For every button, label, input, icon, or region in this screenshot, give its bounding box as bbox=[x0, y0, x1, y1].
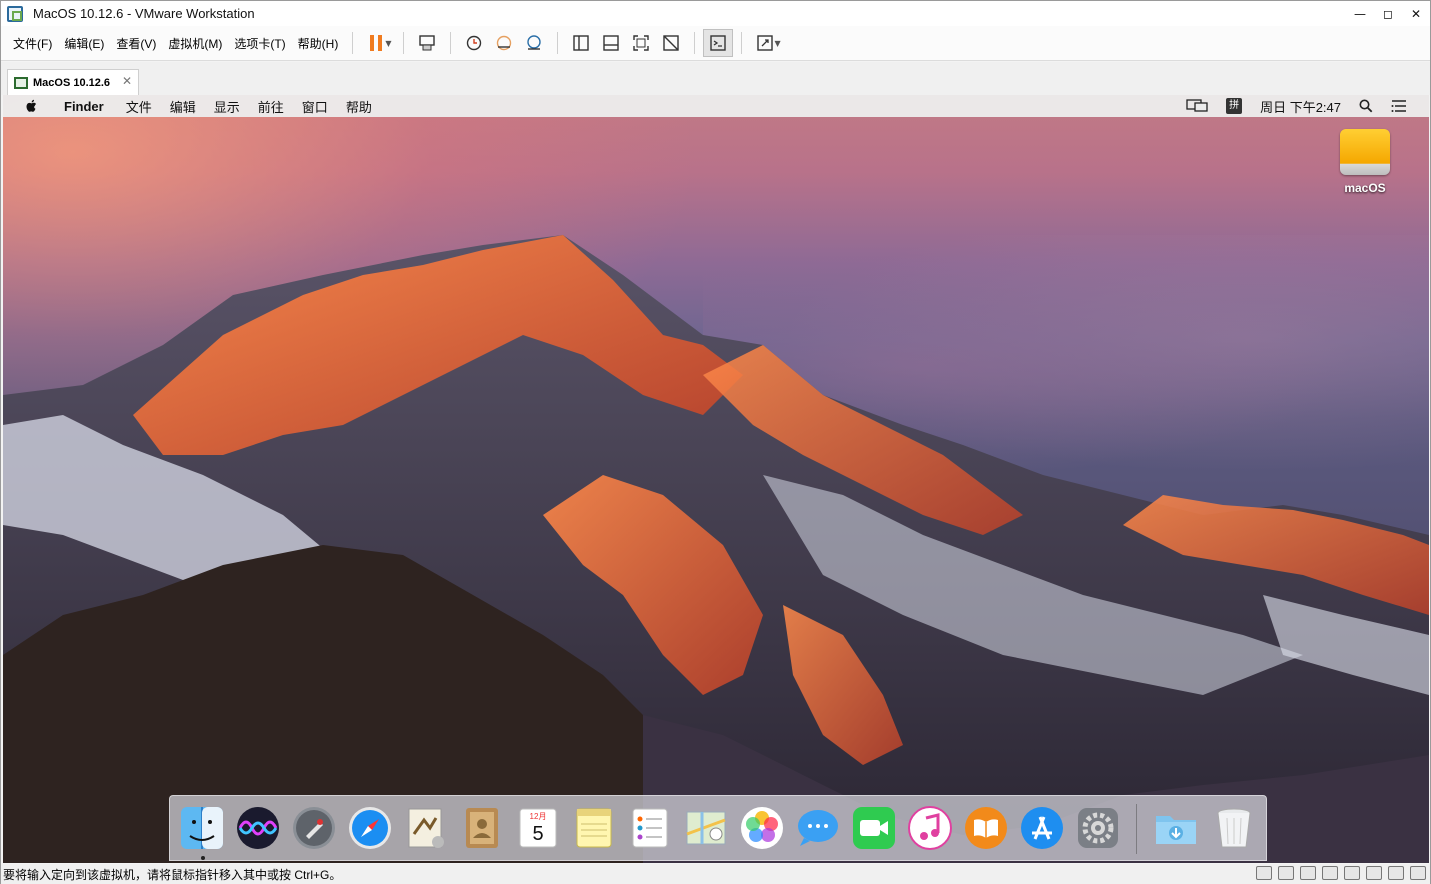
menu-view[interactable]: 查看(V) bbox=[110, 35, 162, 52]
calendar-day: 5 bbox=[532, 823, 543, 845]
sound-status-icon[interactable] bbox=[1344, 866, 1360, 880]
safari-icon[interactable] bbox=[346, 804, 394, 852]
mac-menu-edit[interactable]: 编辑 bbox=[161, 97, 205, 116]
device-status-icons bbox=[1250, 866, 1426, 880]
tab-label: MacOS 10.12.6 bbox=[33, 76, 111, 89]
mac-menu-view[interactable]: 显示 bbox=[205, 97, 249, 116]
window-title: MacOS 10.12.6 - VMware Workstation bbox=[33, 6, 255, 21]
mac-menu-go[interactable]: 前往 bbox=[249, 97, 293, 116]
toolbar: 文件(F) 编辑(E) 查看(V) 虚拟机(M) 选项卡(T) 帮助(H) ▼ bbox=[1, 26, 1430, 61]
snapshot-icon[interactable] bbox=[459, 29, 489, 57]
notification-center-icon[interactable] bbox=[1391, 100, 1407, 112]
guest-screen[interactable]: Finder 文件 编辑 显示 前往 窗口 帮助 拼 周日 下午2:47 mac… bbox=[3, 95, 1429, 863]
menu-help[interactable]: 帮助(H) bbox=[292, 35, 345, 52]
spotlight-search-icon[interactable] bbox=[1359, 99, 1373, 113]
finder-icon[interactable] bbox=[178, 804, 226, 852]
vmware-window: MacOS 10.12.6 - VMware Workstation — ◻ ✕… bbox=[0, 0, 1431, 884]
pause-icon[interactable] bbox=[361, 29, 391, 57]
cd-rom-status-icon[interactable] bbox=[1278, 866, 1294, 880]
siri-icon[interactable] bbox=[234, 804, 282, 852]
tab-strip: MacOS 10.12.6 ✕ bbox=[1, 62, 1430, 95]
status-message: 要将输入定向到该虚拟机，请将鼠标指针移入其中或按 Ctrl+G。 bbox=[3, 867, 342, 882]
library-icon[interactable] bbox=[566, 29, 596, 57]
desktop-disk-macos[interactable]: macOS bbox=[1337, 129, 1393, 195]
calendar-month: 12月 bbox=[530, 812, 547, 821]
display-mirroring-icon[interactable] bbox=[1186, 99, 1208, 113]
clock[interactable]: 周日 下午2:47 bbox=[1260, 97, 1341, 116]
menu-vm[interactable]: 虚拟机(M) bbox=[162, 35, 228, 52]
facetime-icon[interactable] bbox=[850, 804, 898, 852]
thumbnail-icon[interactable] bbox=[596, 29, 626, 57]
tab-close-icon[interactable]: ✕ bbox=[122, 74, 132, 88]
vm-tab-icon bbox=[14, 76, 28, 89]
send-ctrl-alt-del-icon[interactable] bbox=[412, 29, 442, 57]
wallpaper-mountains bbox=[3, 235, 1429, 863]
tab-macos[interactable]: MacOS 10.12.6 ✕ bbox=[7, 69, 139, 95]
close-button[interactable]: ✕ bbox=[1402, 1, 1430, 26]
disk-label: macOS bbox=[1344, 181, 1386, 195]
mac-menu-bar: Finder 文件 编辑 显示 前往 窗口 帮助 拼 周日 下午2:47 bbox=[3, 95, 1429, 117]
display-status-icon[interactable] bbox=[1388, 866, 1404, 880]
mac-menu-file[interactable]: 文件 bbox=[117, 97, 161, 116]
messages-icon[interactable] bbox=[794, 804, 842, 852]
dock: 12月 5 bbox=[169, 795, 1267, 861]
input-method-icon[interactable]: 拼 bbox=[1226, 98, 1243, 114]
mail-icon[interactable] bbox=[402, 804, 450, 852]
mac-menu-finder[interactable]: Finder bbox=[55, 99, 113, 114]
title-bar: MacOS 10.12.6 - VMware Workstation — ◻ ✕ bbox=[1, 1, 1430, 26]
status-bar: 要将输入定向到该虚拟机，请将鼠标指针移入其中或按 Ctrl+G。 bbox=[1, 864, 1430, 884]
usb-status-icon[interactable] bbox=[1322, 866, 1338, 880]
launchpad-icon[interactable] bbox=[290, 804, 338, 852]
message-log-icon[interactable] bbox=[1410, 866, 1426, 880]
menu-tabs[interactable]: 选项卡(T) bbox=[228, 35, 291, 52]
running-indicator bbox=[201, 856, 205, 860]
hard-disk-status-icon[interactable] bbox=[1256, 866, 1272, 880]
downloads-folder-icon[interactable] bbox=[1152, 804, 1200, 852]
mac-menu-help[interactable]: 帮助 bbox=[337, 97, 381, 116]
reminders-icon[interactable] bbox=[626, 804, 674, 852]
mac-menu-extras: 拼 周日 下午2:47 bbox=[1177, 95, 1429, 117]
photos-icon[interactable] bbox=[738, 804, 786, 852]
ibooks-icon[interactable] bbox=[962, 804, 1010, 852]
calendar-icon[interactable]: 12月 5 bbox=[514, 804, 562, 852]
maximize-button[interactable]: ◻ bbox=[1374, 1, 1402, 26]
system-preferences-icon[interactable] bbox=[1074, 804, 1122, 852]
minimize-button[interactable]: — bbox=[1346, 1, 1374, 26]
network-status-icon[interactable] bbox=[1300, 866, 1316, 880]
unity-icon[interactable] bbox=[656, 29, 686, 57]
printer-status-icon[interactable] bbox=[1366, 866, 1382, 880]
app-store-icon[interactable] bbox=[1018, 804, 1066, 852]
vmware-app-icon bbox=[7, 5, 23, 22]
menu-file[interactable]: 文件(F) bbox=[7, 35, 58, 52]
itunes-icon[interactable] bbox=[906, 804, 954, 852]
notes-icon[interactable] bbox=[570, 804, 618, 852]
stretch-icon[interactable] bbox=[750, 29, 780, 57]
hard-disk-icon bbox=[1340, 129, 1390, 175]
window-controls: — ◻ ✕ bbox=[1346, 1, 1430, 26]
snapshot-manager-icon[interactable] bbox=[519, 29, 549, 57]
console-icon[interactable] bbox=[703, 29, 734, 57]
toolbar-separator bbox=[352, 32, 354, 54]
apple-icon[interactable] bbox=[25, 99, 37, 113]
mac-menu-window[interactable]: 窗口 bbox=[293, 97, 337, 116]
fullscreen-icon[interactable] bbox=[626, 29, 656, 57]
revert-snapshot-icon[interactable] bbox=[489, 29, 519, 57]
dock-divider bbox=[1136, 804, 1137, 854]
maps-icon[interactable] bbox=[682, 804, 730, 852]
contacts-icon[interactable] bbox=[458, 804, 506, 852]
trash-icon[interactable] bbox=[1210, 804, 1258, 852]
menu-edit[interactable]: 编辑(E) bbox=[58, 35, 110, 52]
